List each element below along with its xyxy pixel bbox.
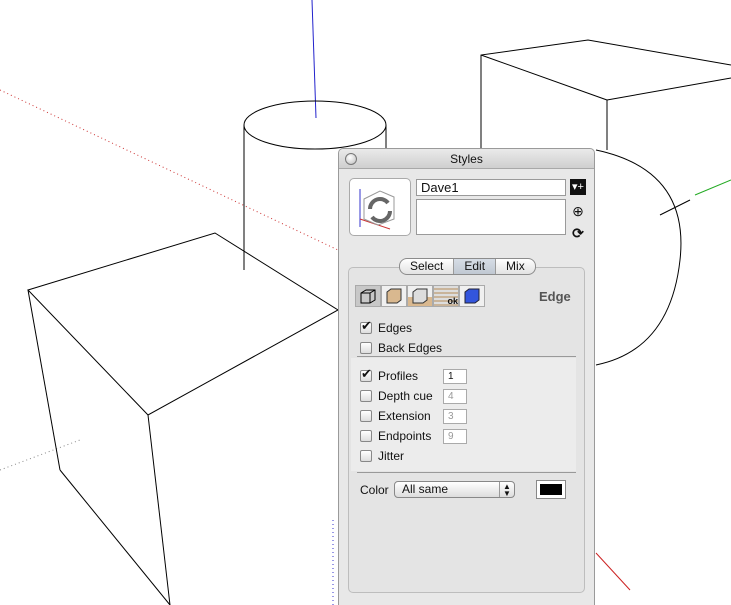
edges-checkbox[interactable]: Edges — [360, 318, 413, 335]
face-settings-icon[interactable] — [381, 285, 407, 307]
red-axis-dotted — [0, 89, 339, 251]
style-name-input[interactable]: Dave1 — [416, 179, 566, 196]
checkbox[interactable] — [360, 390, 372, 402]
background-settings-icon[interactable] — [407, 285, 433, 307]
panel-titlebar[interactable]: Styles — [339, 149, 594, 169]
profiles-option[interactable]: Profiles — [360, 366, 419, 383]
select-value: All same — [402, 482, 449, 496]
close-button[interactable] — [345, 153, 357, 165]
green-axis-dotted — [0, 439, 81, 471]
create-style-icon[interactable]: ⊕ — [570, 203, 586, 219]
checkbox-label: Back Edges — [378, 341, 443, 355]
checkbox[interactable] — [360, 366, 372, 382]
tab-edit[interactable]: Edit — [454, 259, 497, 274]
checkbox-label: Depth cue — [378, 389, 433, 403]
endpoints-input[interactable]: 9 — [443, 429, 467, 444]
sphere-outline[interactable] — [595, 149, 682, 366]
divider — [357, 356, 576, 357]
divider — [357, 472, 576, 473]
edge-settings-icon[interactable] — [355, 285, 381, 307]
styles-panel: Styles Dave1 ▾+ ⊕ ⟳ Select Edit Mix ok E… — [338, 148, 595, 605]
extension-option[interactable]: Extension — [360, 409, 431, 423]
checkbox[interactable] — [360, 318, 372, 334]
style-thumbnail-update-button[interactable] — [349, 178, 411, 236]
tab-mix[interactable]: Mix — [496, 259, 535, 274]
style-tabs: Select Edit Mix — [399, 258, 536, 275]
details-menu-icon[interactable]: ▾+ — [570, 179, 586, 195]
color-mode-select[interactable]: All same ▲ ▼ — [394, 481, 515, 498]
watermark-settings-icon[interactable]: ok — [433, 285, 459, 307]
red-axis — [595, 552, 631, 591]
checkbox-label: Endpoints — [378, 429, 432, 443]
checkbox[interactable] — [360, 450, 372, 462]
profiles-width-input[interactable]: 1 — [443, 369, 467, 384]
stepper-arrows-icon: ▲ ▼ — [499, 482, 514, 498]
checkbox-label: Edges — [378, 321, 413, 335]
jitter-checkbox[interactable]: Jitter — [360, 449, 404, 463]
modeling-settings-icon[interactable] — [459, 285, 485, 307]
checkbox-label: Jitter — [378, 449, 405, 463]
style-description-input[interactable] — [416, 199, 566, 235]
endpoints-option[interactable]: Endpoints — [360, 429, 431, 443]
checkbox[interactable] — [360, 430, 372, 442]
depth-cue-input[interactable]: 4 — [443, 389, 467, 404]
update-style-icon[interactable]: ⟳ — [570, 225, 586, 241]
checkbox-label: Extension — [378, 409, 431, 423]
depth-cue-option[interactable]: Depth cue — [360, 389, 433, 403]
back-edges-checkbox[interactable]: Back Edges — [360, 341, 442, 355]
color-fill — [540, 484, 562, 495]
left-cube[interactable] — [27, 232, 339, 605]
checkbox[interactable] — [360, 342, 372, 354]
panel-title: Styles — [450, 152, 483, 166]
extension-input[interactable]: 3 — [443, 409, 467, 424]
label-text: Color — [360, 483, 389, 497]
settings-section-icons: ok — [355, 285, 485, 307]
tab-select[interactable]: Select — [400, 259, 455, 274]
checkbox-label: Profiles — [378, 369, 419, 383]
refresh-style-thumbnail-icon — [359, 189, 395, 230]
section-title: Edge — [539, 289, 571, 304]
blue-axis — [311, 0, 317, 119]
green-axis — [694, 179, 731, 196]
checkbox[interactable] — [360, 410, 372, 422]
edge-color-swatch[interactable] — [536, 480, 566, 499]
color-label: Color — [360, 483, 389, 497]
